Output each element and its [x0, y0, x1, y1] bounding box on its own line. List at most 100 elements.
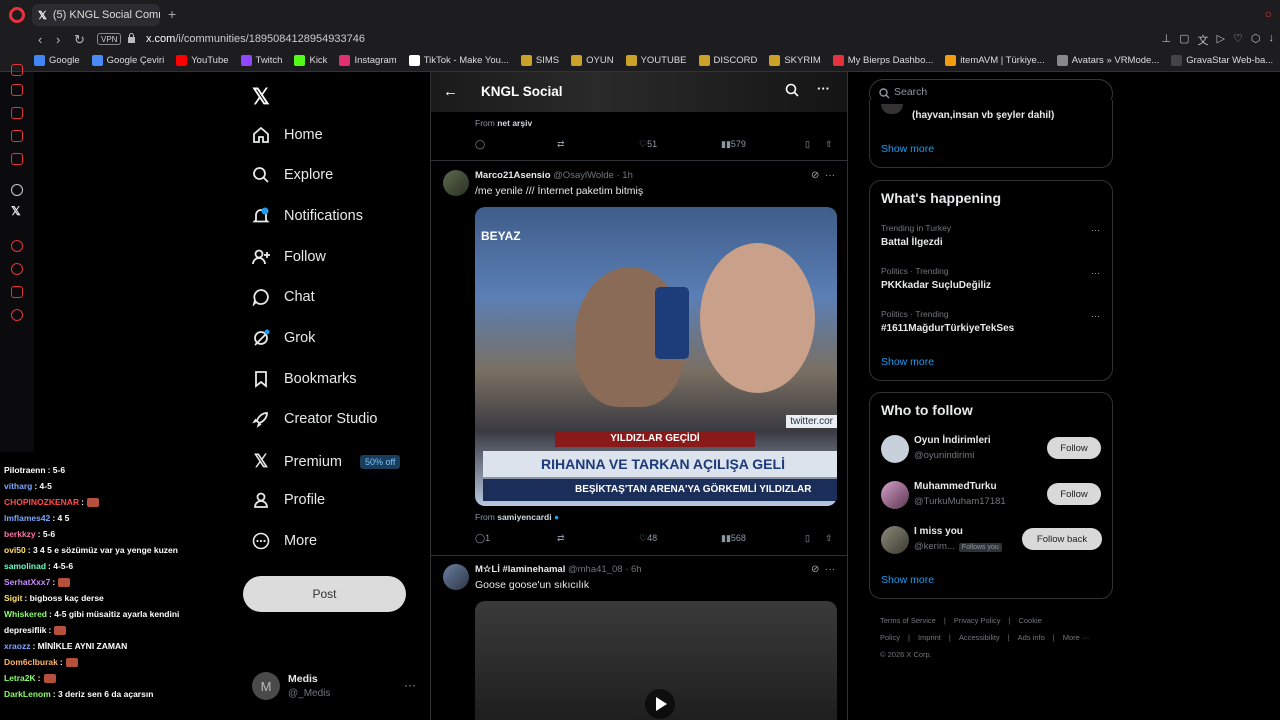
repost-icon[interactable]: ⇄ [557, 139, 565, 150]
clock-icon[interactable] [11, 263, 23, 275]
footer-link[interactable]: More ··· [1063, 633, 1090, 642]
nav-home[interactable]: Home [252, 126, 323, 144]
nav-more[interactable]: More [252, 532, 317, 550]
nav-follow[interactable]: Follow [252, 248, 326, 266]
avatar[interactable] [443, 170, 469, 196]
opera-logo-icon[interactable] [9, 7, 25, 23]
bookmark-item[interactable]: Google [34, 55, 80, 66]
nav-creator-studio[interactable]: Creator Studio [252, 410, 378, 428]
author-handle[interactable]: @mha41_08 [568, 564, 623, 575]
source-name[interactable]: net arşiv [497, 118, 532, 128]
trend-name[interactable]: PKKkadar SuçluDeğiliz [881, 280, 991, 291]
post-more-icon[interactable]: ··· [825, 564, 835, 575]
chatgpt-icon[interactable] [11, 184, 23, 196]
suggestion-handle[interactable]: @kerim... [914, 541, 955, 552]
community-more-icon[interactable]: ··· [817, 81, 830, 96]
avatar[interactable] [443, 564, 469, 590]
trend-more-icon[interactable]: ··· [1091, 311, 1100, 321]
footer-link[interactable]: © 2026 X Corp. [880, 646, 1102, 663]
x-app-icon[interactable]: 𝕏 [11, 204, 21, 218]
reply-button[interactable]: ◯ 1 [475, 533, 490, 544]
footer-link[interactable]: Ads info [1018, 633, 1045, 642]
bookmark-item[interactable]: Google Çeviri [91, 55, 164, 66]
views-button[interactable]: ▮▮ 568 [721, 533, 746, 544]
nav-premium[interactable]: 𝕏 Premium 50% off [252, 451, 401, 472]
play-button[interactable] [645, 689, 675, 719]
trend-more-icon[interactable]: ··· [1091, 225, 1100, 235]
post-button[interactable]: Post [243, 576, 406, 612]
bookmark-item[interactable]: GravaStar Web-ba... [1171, 55, 1273, 66]
translate-icon[interactable]: 文 [1198, 32, 1209, 48]
avatar[interactable] [881, 435, 909, 463]
back-arrow-icon[interactable]: ← [443, 83, 458, 100]
nav-chat[interactable]: Chat [252, 288, 315, 306]
post-video[interactable] [475, 601, 837, 720]
settings-icon[interactable] [11, 309, 23, 321]
browser-tab[interactable]: 𝕏 (5) KNGL Social Communi [32, 4, 160, 26]
nav-grok[interactable]: Grok [252, 329, 315, 347]
heart-icon[interactable]: ♡ [1233, 32, 1243, 48]
vpn-badge[interactable]: VPN [97, 33, 122, 45]
author-name[interactable]: Marco21Asensio [475, 170, 551, 181]
bookmark-item[interactable]: itemAVM | Türkiye... [945, 55, 1045, 66]
like-button[interactable]: ♡ 48 [639, 533, 657, 544]
community-search-icon[interactable] [785, 83, 799, 97]
bookmark-item[interactable]: SIMS [520, 55, 559, 66]
show-more-link[interactable]: Show more [881, 143, 934, 155]
footer-link[interactable]: Accessibility [959, 633, 1000, 642]
back-icon[interactable]: ‹ [38, 32, 42, 47]
bookmark-item[interactable]: My Bierps Dashbo... [832, 55, 933, 66]
post-more-icon[interactable]: ··· [825, 170, 835, 181]
suggestion-name[interactable]: MuhammedTurku [914, 481, 997, 492]
suggestion-handle[interactable]: @oyunindirimi [914, 450, 974, 461]
follow-button[interactable]: Follow [1047, 437, 1101, 459]
reload-icon[interactable]: ↻ [74, 32, 85, 48]
author-handle[interactable]: @OsaylWolde [553, 170, 614, 181]
messenger-icon[interactable] [11, 64, 23, 76]
reply-icon[interactable]: ◯ [475, 139, 485, 150]
follow-back-button[interactable]: Follow back [1022, 528, 1102, 550]
bookmark-item[interactable]: TikTok - Make You... [408, 55, 509, 66]
send-icon[interactable]: ▷ [1217, 32, 1225, 48]
bookmark-item[interactable]: YOUTUBE [625, 55, 687, 66]
forward-icon[interactable]: › [56, 32, 60, 47]
bookmark-icon[interactable]: ▯ [805, 533, 810, 544]
bookmark-item[interactable]: DISCORD [698, 55, 757, 66]
bookmark-item[interactable]: YouTube [176, 55, 229, 66]
avatar[interactable] [881, 526, 909, 554]
trend-name[interactable]: Battal İlgezdi [881, 237, 943, 248]
footer-link[interactable]: Privacy Policy [954, 616, 1001, 625]
footer-link[interactable]: Imprint [918, 633, 941, 642]
footer-link[interactable]: Terms of Service [880, 616, 936, 625]
bookmark-item[interactable]: OYUN [571, 55, 614, 66]
share-icon[interactable]: ⇧ [825, 533, 833, 544]
suggestion-name[interactable]: I miss you [914, 526, 963, 537]
player-icon[interactable] [11, 240, 23, 252]
trend-more-icon[interactable]: ··· [1091, 268, 1100, 278]
author-name[interactable]: M☆Lİ #laminehamal [475, 564, 565, 575]
nav-explore[interactable]: Explore [252, 166, 333, 184]
source-name[interactable]: samiyencardi [497, 512, 551, 522]
show-more-link[interactable]: Show more [881, 574, 934, 586]
app-icon[interactable] [11, 153, 23, 165]
extensions-icon[interactable]: ⬡ [1251, 32, 1261, 48]
bookmark-item[interactable]: Kick [294, 55, 327, 66]
grok-explain-icon[interactable]: ⊘ [811, 170, 819, 181]
avatar[interactable] [881, 481, 909, 509]
post-time[interactable]: · 6h [625, 564, 641, 575]
snapshot-icon[interactable]: ▢ [1179, 32, 1189, 48]
show-more-link[interactable]: Show more [881, 356, 934, 368]
follow-button[interactable]: Follow [1047, 483, 1101, 505]
suggestion-handle[interactable]: @TurkuMuham17181 [914, 496, 1006, 507]
bookmark-icon[interactable]: ▯ [805, 139, 810, 150]
nav-bookmarks[interactable]: Bookmarks [252, 370, 357, 388]
extension-icon[interactable] [11, 286, 23, 298]
account-more-icon[interactable]: ··· [404, 678, 416, 692]
bookmark-item[interactable]: Avatars » VRMode... [1056, 55, 1159, 66]
history-icon[interactable] [11, 84, 23, 96]
nav-profile[interactable]: Profile [252, 491, 325, 509]
post-image[interactable]: BEYAZ twitter.cor YILDIZLAR GEÇİDİ RIHAN… [475, 207, 837, 506]
twitch-icon[interactable] [11, 130, 23, 142]
bookmark-item[interactable]: Instagram [339, 55, 397, 66]
url-field[interactable]: x.com/i/communities/1895084128954933746 [146, 33, 365, 45]
